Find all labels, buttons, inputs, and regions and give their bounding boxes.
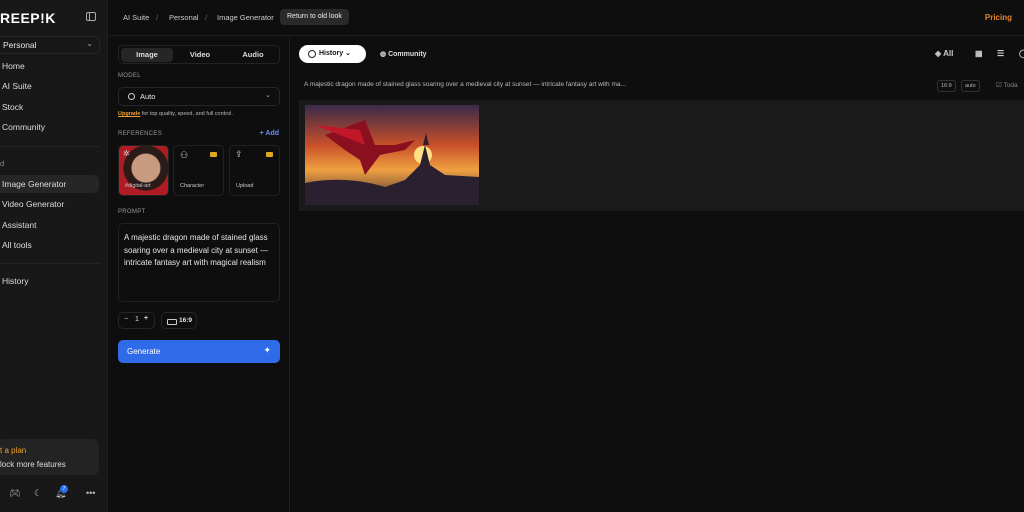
more-icon[interactable]: ◯	[1019, 49, 1024, 58]
add-label: Add	[265, 130, 279, 137]
return-old-look-button[interactable]: Return to old look	[280, 9, 349, 25]
breadcrumb-separator: /	[205, 13, 208, 22]
chevron-down-icon: ⌄	[86, 39, 93, 48]
upgrade-link[interactable]: Upgrade	[118, 111, 140, 117]
community-tab[interactable]: ◍ Community	[380, 50, 427, 58]
media-tabs: Image Video Audio	[118, 45, 280, 64]
nav-assistant[interactable]: Assistant	[2, 220, 37, 230]
premium-crown-icon	[210, 152, 217, 157]
tab-audio[interactable]: Audio	[227, 48, 279, 62]
theme-moon-icon[interactable]: ☾	[34, 488, 42, 499]
breadcrumb-ai-suite[interactable]: AI Suite	[123, 13, 149, 22]
nav-all-tools[interactable]: All tools	[2, 240, 32, 250]
reference-caption: Upload	[236, 183, 254, 189]
plan-title: t a plan	[0, 446, 27, 455]
reference-caption: Character	[180, 183, 205, 189]
tab-video[interactable]: Video	[174, 48, 226, 62]
more-icon[interactable]: •••	[86, 488, 95, 498]
checkbox-icon: ☑	[996, 82, 1004, 89]
history-label: History	[319, 50, 344, 57]
plus-icon[interactable]: +	[144, 315, 148, 322]
breadcrumb-separator: /	[156, 13, 159, 22]
generation-prompt: A majestic dragon made of stained glass …	[304, 81, 626, 88]
generate-button[interactable]: Generate ✦	[118, 340, 280, 363]
collapse-sidebar-icon[interactable]	[86, 12, 96, 21]
nav-home[interactable]: Home	[2, 61, 25, 71]
ratio-chip: 16:9	[937, 80, 956, 92]
today-checkbox[interactable]: ☑ Toda	[996, 81, 1018, 89]
generated-image[interactable]	[305, 105, 479, 205]
all-label: All	[943, 49, 954, 58]
count-stepper[interactable]: −1 +	[118, 312, 155, 329]
reference-upload-card[interactable]: ⇪ Upload	[229, 145, 280, 196]
results-area: History ⌄ ◍ Community ◈ All ▦ ☰ ◯ A maje…	[291, 37, 1024, 512]
model-label: MODEL	[118, 73, 141, 79]
divider	[0, 263, 100, 264]
person-icon: ⚇	[180, 150, 189, 160]
tab-image[interactable]: Image	[121, 48, 173, 62]
settings-sliders-icon[interactable]: ☰	[997, 49, 1004, 58]
nav-image-generator[interactable]: Image Generator	[2, 179, 66, 189]
chevron-down-icon: ⌄	[345, 50, 351, 57]
logo: REEP!K	[0, 10, 56, 26]
auto-chip: auto	[961, 80, 980, 92]
workspace-selector[interactable]: Personal ⌄	[0, 36, 100, 54]
add-reference-button[interactable]: + Add	[260, 130, 279, 137]
plan-subtitle: lock more features	[0, 460, 66, 469]
nav-ai-suite[interactable]: AI Suite	[2, 81, 32, 91]
section-header: d	[0, 159, 5, 168]
today-label: Toda	[1003, 82, 1018, 89]
model-value: Auto	[140, 92, 156, 101]
workspace-name: Personal	[3, 40, 37, 50]
breadcrumb-personal[interactable]: Personal	[169, 13, 199, 22]
pricing-link[interactable]: Pricing	[985, 13, 1012, 22]
globe-icon: ◍	[380, 51, 389, 58]
discord-icon[interactable]: 🎮︎	[9, 488, 20, 499]
count-value: 1	[135, 316, 139, 323]
reference-character-card[interactable]: ⚇ Character	[173, 145, 224, 196]
notification-badge: 7	[60, 485, 68, 493]
dragon-artwork	[305, 105, 479, 205]
prompt-input[interactable]: A majestic dragon made of stained glass …	[118, 223, 280, 302]
references-label: REFERENCES	[118, 131, 163, 137]
reference-style-card[interactable]: ✲ #digital-art	[118, 145, 169, 196]
prompt-label: PROMPT	[118, 209, 146, 215]
upgrade-note: Upgrade for top quality, speed, and full…	[118, 111, 233, 117]
get-plan-card[interactable]: t a plan lock more features	[0, 439, 99, 475]
nav-community[interactable]: Community	[2, 122, 45, 132]
nav-history[interactable]: History	[2, 276, 28, 286]
generation-row	[299, 100, 1024, 211]
divider	[0, 146, 100, 147]
history-dropdown[interactable]: History ⌄	[299, 45, 366, 63]
top-bar: AI Suite / Personal / Image Generator Re…	[109, 0, 1024, 36]
model-select[interactable]: Auto ⌄	[118, 87, 280, 106]
upload-icon: ⇪	[235, 149, 243, 159]
chevron-down-icon: ⌄	[265, 92, 271, 99]
aspect-ratio-button[interactable]: 16:9	[161, 312, 197, 329]
grid-view-icon[interactable]: ▦	[975, 49, 983, 58]
upgrade-text: for top quality, speed, and full control…	[140, 111, 233, 117]
diamond-icon: ◈	[935, 49, 944, 58]
filter-all-button[interactable]: ◈ All	[935, 49, 953, 58]
generator-panel: Image Video Audio MODEL Auto ⌄ Upgrade fo…	[109, 37, 290, 512]
reference-caption: #digital-art	[125, 183, 151, 189]
nav-stock[interactable]: Stock	[2, 102, 23, 112]
sparkle-icon: ✦	[263, 345, 271, 355]
model-icon	[128, 93, 135, 100]
sidebar: REEP!K Personal ⌄ Home AI Suite Stock Com…	[0, 0, 108, 512]
premium-crown-icon	[266, 152, 273, 157]
breadcrumb-image-generator[interactable]: Image Generator	[217, 13, 274, 22]
minus-icon[interactable]: −	[124, 316, 128, 323]
style-icon: ✲	[123, 149, 130, 158]
nav-video-generator[interactable]: Video Generator	[2, 199, 64, 209]
generate-label: Generate	[127, 347, 161, 356]
community-label: Community	[388, 51, 427, 58]
